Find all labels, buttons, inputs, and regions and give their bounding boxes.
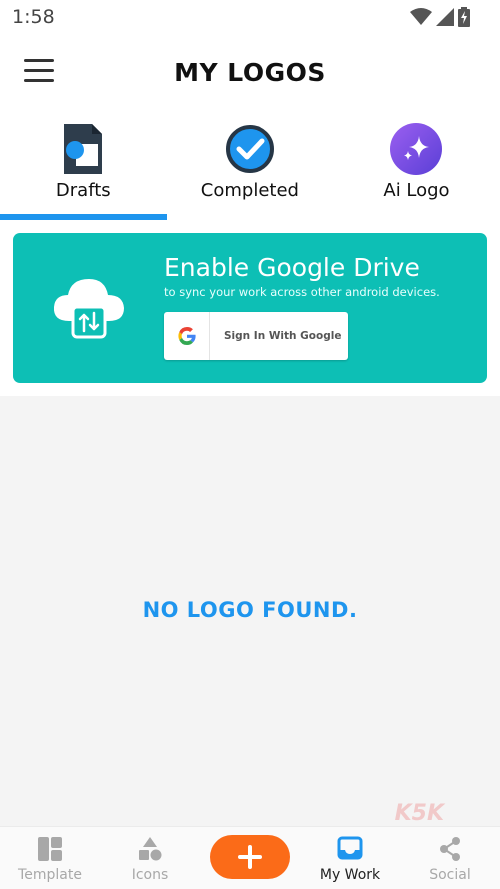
nav-my-work[interactable]: My Work (300, 827, 400, 889)
tab-label: Ai Logo (383, 180, 450, 201)
nav-label: Social (429, 867, 471, 883)
status-icons (410, 7, 470, 27)
banner-title: Enable Google Drive (164, 253, 420, 282)
nav-label: Icons (131, 867, 169, 883)
signal-icon (436, 8, 454, 26)
cloud-sync-icon (53, 279, 124, 339)
nav-social[interactable]: Social (400, 827, 500, 889)
template-grid-icon (38, 837, 62, 861)
add-logo-button[interactable] (210, 835, 290, 879)
tab-ai-logo[interactable]: Ai Logo (333, 114, 500, 220)
check-circle-icon (225, 125, 274, 173)
nav-template[interactable]: Template (0, 827, 100, 889)
battery-charging-icon (458, 7, 470, 27)
google-drive-banner: Enable Google Drive to sync your work ac… (13, 233, 487, 383)
google-button-label: Sign In With Google (224, 330, 342, 342)
logo-list-area: NO LOGO FOUND. K5K (0, 396, 500, 826)
nav-icons[interactable]: Icons (100, 827, 200, 889)
nav-label: Template (18, 867, 82, 883)
status-bar: 1:58 (0, 0, 500, 34)
tab-completed[interactable]: Completed (167, 114, 334, 220)
shapes-icon (139, 837, 162, 861)
inbox-tray-icon (337, 836, 363, 860)
tab-drafts[interactable]: Drafts (0, 114, 167, 220)
drafts-document-icon (64, 124, 103, 174)
google-logo-icon (164, 312, 210, 360)
share-icon (440, 837, 460, 861)
nav-label: My Work (319, 867, 381, 883)
tab-label: Drafts (55, 180, 111, 201)
status-time: 1:58 (12, 6, 55, 28)
banner-subtitle: to sync your work across other android d… (164, 285, 440, 299)
plus-icon (238, 845, 262, 869)
watermark: K5K (394, 801, 444, 826)
page-title: MY LOGOS (174, 58, 326, 87)
wifi-icon (410, 8, 432, 25)
logo-tabs: Drafts Completed Ai Logo (0, 114, 500, 220)
selected-tab-indicator (0, 214, 167, 220)
empty-state-message: NO LOGO FOUND. (142, 598, 358, 622)
sign-in-with-google-button[interactable]: Sign In With Google (164, 312, 348, 360)
sparkles-icon (390, 123, 443, 175)
tab-label: Completed (200, 180, 299, 201)
bottom-navigation: Template Icons My Work Social (0, 826, 500, 889)
app-bar: MY LOGOS (0, 46, 500, 100)
